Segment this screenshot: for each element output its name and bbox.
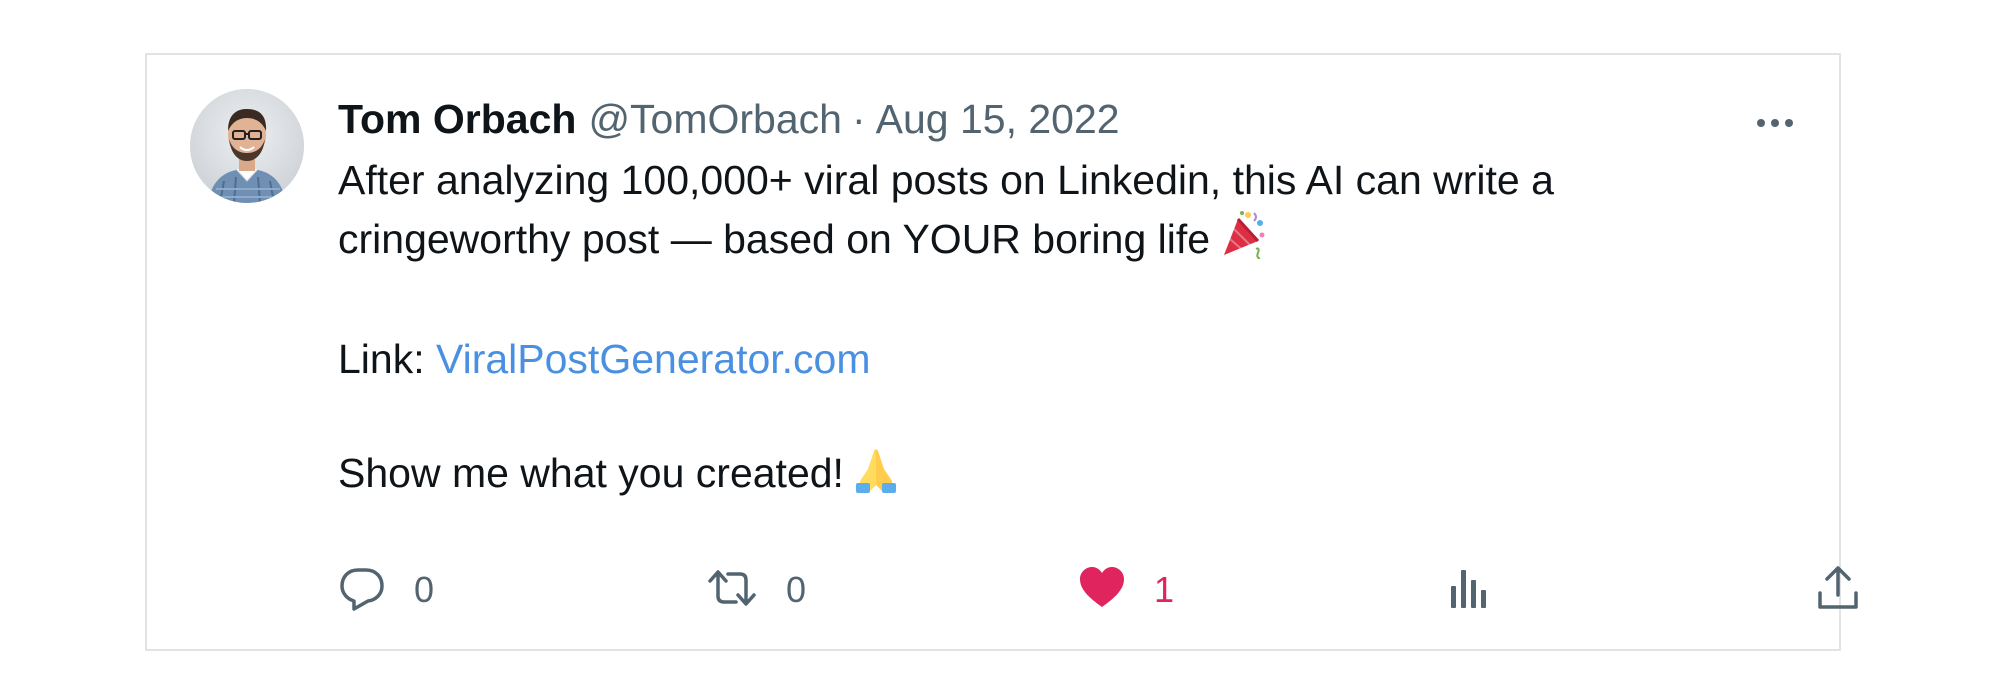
header-separator: · — [851, 96, 866, 142]
body-line-2: cringeworthy post — based on YOUR boring… — [338, 209, 1738, 274]
tweet-header: Tom Orbach @TomOrbach · Aug 15, 2022 — [338, 91, 1120, 147]
folded-hands-icon — [854, 445, 898, 508]
retweet-count: 0 — [786, 569, 807, 610]
author-name[interactable]: Tom Orbach — [338, 91, 576, 147]
retweet-button[interactable]: 0 — [706, 560, 806, 620]
body-line-2-text: cringeworthy post — based on YOUR boring… — [338, 216, 1211, 262]
share-icon — [1816, 565, 1860, 616]
like-button[interactable]: 1 — [1078, 560, 1174, 620]
heart-icon — [1078, 565, 1126, 616]
tweet-card[interactable]: Tom Orbach @TomOrbach · Aug 15, 2022 Aft… — [145, 53, 1858, 651]
viral-post-generator-link[interactable]: ViralPostGenerator.com — [436, 336, 871, 382]
views-icon — [1448, 566, 1490, 615]
retweet-icon — [706, 564, 758, 617]
more-icon[interactable] — [1745, 105, 1805, 141]
author-handle[interactable]: @TomOrbach — [588, 91, 842, 147]
tweet-date[interactable]: Aug 15, 2022 — [876, 91, 1120, 147]
share-button[interactable] — [1816, 560, 1860, 620]
reply-button[interactable]: 0 — [338, 560, 434, 620]
body-link-line: Link: ViralPostGenerator.com — [338, 331, 1738, 388]
tweet-body: After analyzing 100,000+ viral posts on … — [338, 152, 1738, 508]
reply-count: 0 — [414, 569, 435, 610]
reply-icon — [338, 564, 386, 617]
views-button[interactable] — [1448, 560, 1490, 620]
avatar[interactable] — [190, 89, 304, 203]
action-bar: 0 0 1 — [338, 560, 1858, 620]
body-closing-line: Show me what you created! — [338, 445, 1738, 508]
like-count: 1 — [1154, 569, 1175, 610]
body-line-1: After analyzing 100,000+ viral posts on … — [338, 157, 1554, 203]
closing-text: Show me what you created! — [338, 450, 844, 496]
party-popper-icon — [1220, 209, 1266, 274]
link-label: Link: — [338, 336, 436, 382]
